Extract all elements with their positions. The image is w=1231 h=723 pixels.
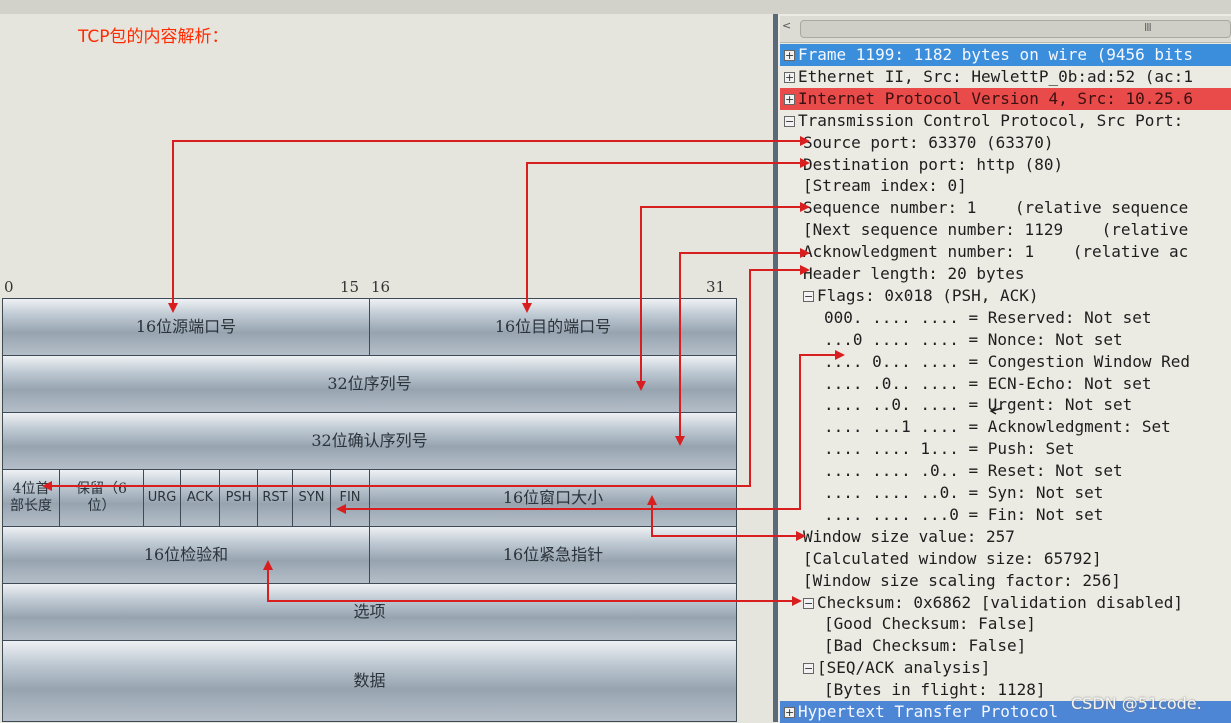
- tree-row[interactable]: − Flags: 0x018 (PSH, ACK): [780, 285, 1231, 307]
- tree-row-label: Hypertext Transfer Protocol: [798, 702, 1059, 721]
- tree-row[interactable]: [Good Checksum: False]: [780, 613, 1231, 635]
- tree-row[interactable]: + Frame 1199: 1182 bytes on wire (9456 bi…: [780, 44, 1231, 66]
- tree-row[interactable]: .... .... .0.. = Reset: Not set: [780, 460, 1231, 482]
- source-port-field: 16位源端口号: [2, 298, 370, 356]
- tree-row[interactable]: .... .... ..0. = Syn: Not set: [780, 482, 1231, 504]
- tree-row[interactable]: Source port: 63370 (63370): [780, 132, 1231, 154]
- tree-row-label: [SEQ/ACK analysis]: [817, 658, 991, 678]
- tree-row-label: ...0 .... .... = Nonce: Not set: [824, 329, 1123, 349]
- tree-row[interactable]: + Internet Protocol Version 4, Src: 10.25…: [780, 87, 1231, 110]
- urg-flag-field: URG: [143, 469, 181, 527]
- bit-label-15: 15: [340, 278, 360, 296]
- tree-row[interactable]: [Calculated window size: 65792]: [780, 548, 1231, 570]
- tree-row-label: Header length: 20 bytes: [803, 264, 1025, 283]
- tree-row-label: [Window size scaling factor: 256]: [803, 570, 1121, 590]
- tree-row[interactable]: − [SEQ/ACK analysis]: [780, 657, 1231, 679]
- tree-row-label: Frame 1199: 1182 bytes on wire (9456 bit…: [798, 45, 1193, 64]
- tree-row-label: [Stream index: 0]: [803, 176, 967, 196]
- tree-row[interactable]: Sequence number: 1 (relative sequence: [780, 197, 1231, 219]
- tree-row-label: .... .... ...0 = Fin: Not set: [824, 504, 1104, 524]
- urgent-pointer-field: 16位紧急指针: [369, 526, 737, 584]
- expand-icon[interactable]: +: [784, 707, 795, 718]
- checksum-field: 16位检验和: [2, 526, 370, 584]
- tree-row[interactable]: .... .... ...0 = Fin: Not set: [780, 504, 1231, 526]
- tree-row-label: [Good Checksum: False]: [824, 614, 1036, 634]
- tree-row[interactable]: 000. .... .... = Reserved: Not set: [780, 307, 1231, 329]
- syn-flag-field: SYN: [292, 469, 331, 527]
- tree-row[interactable]: Header length: 20 bytes: [780, 263, 1231, 285]
- tree-row[interactable]: − Transmission Control Protocol, Src Port…: [780, 110, 1231, 132]
- tree-row-label: Flags: 0x018 (PSH, ACK): [817, 285, 1039, 305]
- tree-row-label: .... .... 1... = Push: Set: [824, 439, 1075, 459]
- tree-row[interactable]: [Window size scaling factor: 256]: [780, 570, 1231, 592]
- data-field: 数据: [2, 640, 737, 722]
- tree-row-label: Window size value: 257: [803, 526, 1015, 546]
- collapse-icon[interactable]: −: [784, 115, 795, 127]
- psh-flag-field: PSH: [219, 469, 258, 527]
- header-length-field: 4位首 部长度: [2, 469, 60, 527]
- tree-row-label: .... .0.. .... = ECN-Echo: Not set: [824, 373, 1152, 393]
- options-field: 选项: [2, 583, 737, 641]
- header-length-line1: 4位首: [12, 480, 50, 497]
- bit-label-0: 0: [4, 278, 14, 296]
- tree-row-label: [Bad Checksum: False]: [824, 636, 1027, 656]
- bit-label-31: 31: [706, 278, 726, 296]
- sequence-number-field: 32位序列号: [2, 355, 737, 413]
- watermark: CSDN @51code.: [1071, 694, 1202, 713]
- tree-row[interactable]: − Checksum: 0x6862 [validation disabled]: [780, 592, 1231, 614]
- tree-row-label: .... 0... .... = Congestion Window Red: [824, 351, 1191, 371]
- fin-flag-field: FIN: [330, 469, 370, 527]
- tree-row-label: Destination port: http (80): [803, 154, 1064, 174]
- ack-flag-field: ACK: [180, 469, 220, 527]
- scroll-grip-icon: III: [1144, 21, 1152, 34]
- destination-port-field: 16位目的端口号: [369, 298, 737, 356]
- tree-row-label: .... .... .0.. = Reset: Not set: [824, 461, 1123, 481]
- bit-label-16: 16: [371, 278, 391, 296]
- tree-row-label: Sequence number: 1 (relative sequence: [803, 198, 1189, 218]
- tree-row[interactable]: .... .... 1... = Push: Set: [780, 438, 1231, 460]
- tree-row[interactable]: .... 0... .... = Congestion Window Red: [780, 351, 1231, 373]
- tree-row[interactable]: Acknowledgment number: 1 (relative ac: [780, 241, 1231, 263]
- tree-row-label: Internet Protocol Version 4, Src: 10.25.…: [798, 88, 1193, 108]
- top-strip: [0, 0, 1231, 14]
- tree-row-label: Acknowledgment number: 1 (relative ac: [803, 242, 1189, 262]
- ack-number-field: 32位确认序列号: [2, 412, 737, 470]
- scrollbar-thumb[interactable]: [800, 20, 1231, 38]
- reserved-field: 保留（6 位）: [59, 469, 144, 527]
- tree-row-label: .... .... ..0. = Syn: Not set: [824, 483, 1104, 502]
- scroll-left-arrow-icon[interactable]: <: [782, 19, 791, 32]
- tree-row[interactable]: Window size value: 257: [780, 526, 1231, 548]
- reserved-line2: 位）: [87, 498, 116, 514]
- expand-icon[interactable]: +: [784, 71, 795, 83]
- tree-row[interactable]: [Stream index: 0]: [780, 175, 1231, 197]
- window-size-field: 16位窗口大小: [369, 469, 737, 527]
- tree-row[interactable]: .... ...1 .... = Acknowledgment: Set: [780, 416, 1231, 438]
- tree-row[interactable]: [Bad Checksum: False]: [780, 635, 1231, 657]
- tree-row[interactable]: Destination port: http (80): [780, 154, 1231, 176]
- tree-row[interactable]: .... ..0. .... = Urgent: Not set: [780, 394, 1231, 416]
- expand-icon[interactable]: +: [784, 93, 795, 105]
- diagram-heading: TCP包的内容解析：: [78, 27, 229, 47]
- tree-row[interactable]: [Next sequence number: 1129 (relative: [780, 219, 1231, 241]
- tree-row-label: [Bytes in flight: 1128]: [824, 680, 1046, 700]
- collapse-icon[interactable]: −: [803, 663, 814, 675]
- rst-flag-field: RST: [257, 469, 293, 527]
- tree-row-label: Source port: 63370 (63370): [803, 132, 1054, 152]
- tree-row-label: 000. .... .... = Reserved: Not set: [824, 307, 1152, 327]
- collapse-icon[interactable]: −: [803, 290, 814, 302]
- tree-row-label: .... ...1 .... = Acknowledgment: Set: [824, 417, 1171, 437]
- tree-row[interactable]: ...0 .... .... = Nonce: Not set: [780, 329, 1231, 351]
- tree-row-label: Transmission Control Protocol, Src Port:: [798, 110, 1184, 130]
- expand-icon[interactable]: +: [784, 50, 795, 61]
- tree-row[interactable]: + Ethernet II, Src: HewlettP_0b:ad:52 (ac…: [780, 66, 1231, 88]
- header-length-line2: 部长度: [10, 498, 52, 514]
- tree-row-label: Ethernet II, Src: HewlettP_0b:ad:52 (ac:…: [798, 66, 1193, 86]
- tree-row-label: [Calculated window size: 65792]: [803, 548, 1102, 568]
- tree-row-label: [Next sequence number: 1129 (relative: [803, 220, 1189, 240]
- tree-row-label: Checksum: 0x6862 [validation disabled]: [817, 592, 1184, 612]
- reserved-line1: 保留（6: [76, 480, 127, 497]
- tree-row-label: .... ..0. .... = Urgent: Not set: [824, 395, 1133, 415]
- collapse-icon[interactable]: −: [803, 597, 814, 609]
- tree-row[interactable]: .... .0.. .... = ECN-Echo: Not set: [780, 373, 1231, 395]
